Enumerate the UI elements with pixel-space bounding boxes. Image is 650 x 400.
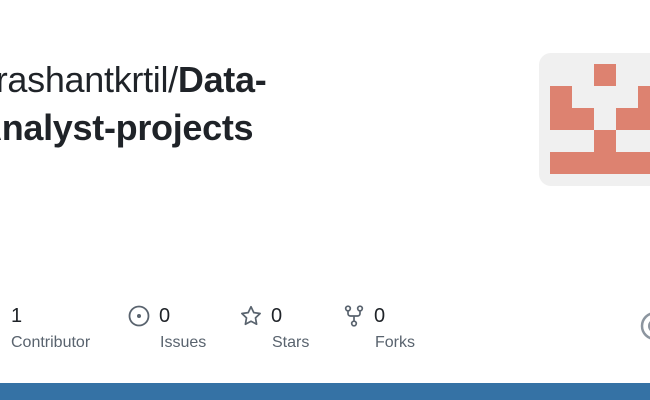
- people-icon: [0, 304, 3, 328]
- owner-avatar: [539, 53, 650, 186]
- repo-social-card: prashantkrtil/Data- Analyst-projects: [0, 0, 650, 400]
- repo-owner[interactable]: prashantkrtil/: [0, 59, 178, 100]
- issue-opened-icon: [128, 305, 150, 327]
- forks-label: Forks: [375, 334, 415, 351]
- repo-name-part1[interactable]: Data-: [178, 59, 267, 100]
- repo-name-part2[interactable]: Analyst-projects: [0, 107, 254, 148]
- repo-forked-icon: [344, 305, 364, 327]
- issues-count: 0: [159, 304, 171, 327]
- stars-count: 0: [271, 304, 283, 327]
- stars-label: Stars: [272, 334, 310, 351]
- stat-stars[interactable]: 0 Stars: [239, 302, 309, 352]
- repo-stats: 1 Contributor 0 Issues 0 Stars 0 Forks: [0, 302, 650, 362]
- contributors-label: Contributor: [11, 334, 91, 351]
- contributors-count: 1: [11, 304, 23, 327]
- github-logo-icon: [640, 312, 650, 340]
- issues-label: Issues: [160, 334, 207, 351]
- stat-forks[interactable]: 0 Forks: [342, 302, 415, 352]
- repo-title[interactable]: prashantkrtil/Data- Analyst-projects: [0, 56, 496, 152]
- identicon-icon: [550, 64, 650, 174]
- forks-count: 0: [374, 304, 386, 327]
- stat-contributors[interactable]: 1 Contributor: [0, 302, 90, 352]
- stat-issues[interactable]: 0 Issues: [127, 302, 206, 352]
- star-icon: [241, 305, 261, 326]
- language-color-bar: [0, 383, 650, 400]
